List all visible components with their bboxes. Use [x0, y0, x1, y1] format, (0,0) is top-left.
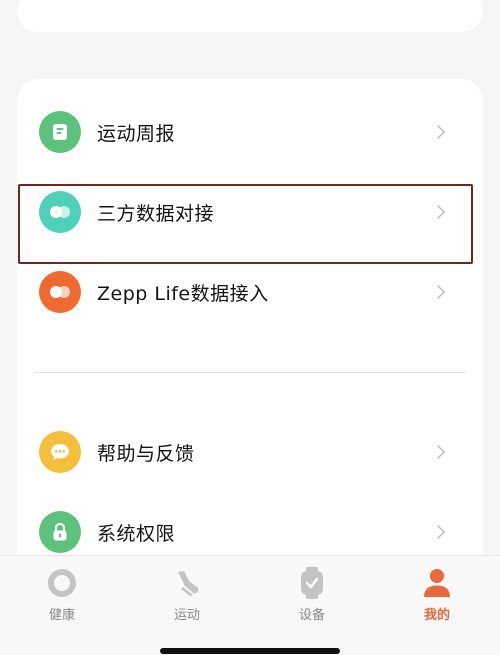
ring-icon [47, 566, 77, 600]
menu-item-help-feedback[interactable]: 帮助与反馈 [17, 412, 483, 492]
tab-devices[interactable]: 设备 [262, 556, 362, 636]
menu-item-label: Zepp Life数据接入 [97, 282, 269, 305]
section-divider [34, 372, 466, 373]
person-icon [422, 566, 452, 600]
tab-label: 我的 [423, 608, 450, 623]
home-indicator [160, 648, 340, 654]
link-toggle-icon [39, 271, 81, 313]
tab-exercise[interactable]: 运动 [137, 556, 237, 636]
chevron-right-icon [427, 444, 455, 460]
bottom-tab-bar: 健康 运动 设备 我的 [0, 555, 500, 655]
menu-item-label: 帮助与反馈 [97, 442, 195, 465]
top-card [17, 0, 483, 32]
tab-health[interactable]: 健康 [12, 556, 112, 636]
chevron-right-icon [427, 284, 455, 300]
menu-item-zepp-life[interactable]: Zepp Life数据接入 [17, 252, 483, 332]
chevron-right-icon [427, 124, 455, 140]
tab-label: 健康 [48, 608, 75, 623]
lock-icon [39, 511, 81, 553]
watch-icon [298, 566, 326, 600]
chevron-right-icon [427, 524, 455, 540]
chat-icon [39, 431, 81, 473]
menu-item-label: 系统权限 [97, 522, 176, 545]
menu-item-label: 运动周报 [97, 122, 176, 145]
tab-me[interactable]: 我的 [387, 556, 487, 636]
shoe-icon [170, 566, 204, 600]
tab-label: 运动 [173, 608, 200, 623]
report-icon [39, 111, 81, 153]
menu-item-weekly-report[interactable]: 运动周报 [17, 92, 483, 172]
tab-label: 设备 [298, 608, 325, 623]
